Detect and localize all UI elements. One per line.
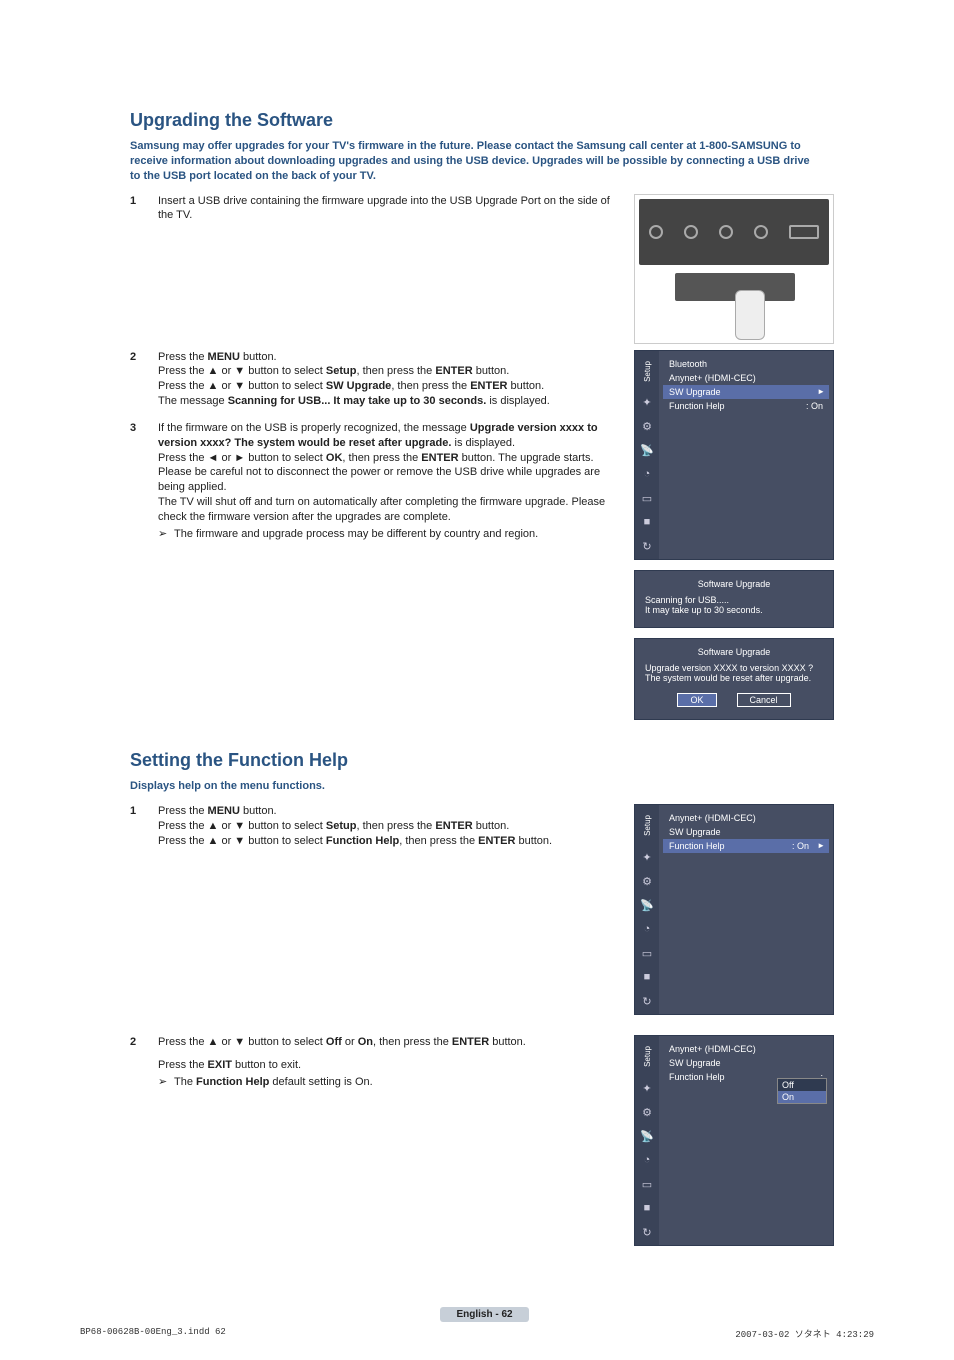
step-number: 2 — [130, 350, 144, 409]
note: The firmware and upgrade process may be … — [158, 527, 620, 542]
step-text: If the firmware on the USB is properly r… — [158, 421, 620, 542]
menu-item[interactable]: Anynet+ (HDMI-CEC) — [669, 1042, 823, 1056]
step-text: Insert a USB drive containing the firmwa… — [158, 194, 620, 224]
cancel-button[interactable]: Cancel — [737, 693, 791, 707]
ok-button[interactable]: OK — [677, 693, 716, 707]
step-number: 3 — [130, 421, 144, 542]
step-text: Press the MENU button. Press the ▲ or ▼ … — [158, 804, 620, 849]
footer-right: 2007-03-02 ソタネト 4:23:29 — [735, 1327, 874, 1340]
menu-item[interactable]: Anynet+ (HDMI-CEC) — [669, 811, 823, 825]
screen-icon: ■ — [640, 1201, 654, 1215]
menu-item-selected[interactable]: SW Upgrade — [663, 385, 829, 399]
menu-icon: ✦ — [640, 850, 654, 864]
menu-item[interactable]: Anynet+ (HDMI-CEC) — [669, 371, 823, 385]
usb-drive-illustration — [735, 290, 765, 340]
page-label: English - 62 — [130, 1306, 839, 1320]
section-intro-upgrade: Samsung may offer upgrades for your TV's… — [130, 139, 820, 184]
step-number: 2 — [130, 1035, 144, 1090]
pip-icon: ▭ — [640, 946, 654, 960]
step-number: 1 — [130, 804, 144, 849]
step-text: Press the MENU button. Press the ▲ or ▼ … — [158, 350, 620, 409]
tv-menu-functionhelp-options: Setup ✦ ⚙ 📡 ◔ ▭ ■ ↻ Anynet+ (HDMI-CEC) S… — [634, 1035, 834, 1246]
gear-icon: ⚙ — [640, 874, 654, 888]
menu-icon: ✦ — [640, 1081, 654, 1095]
option-list: Off On — [777, 1078, 827, 1104]
section-intro-functionhelp: Displays help on the menu functions. — [130, 779, 820, 794]
clock-icon: ◔ — [640, 467, 654, 481]
step-number: 1 — [130, 194, 144, 224]
footer-left: BP68-00628B-00Eng_3.indd 62 — [80, 1327, 226, 1340]
satellite-icon: 📡 — [640, 443, 654, 457]
tv-ports-diagram — [634, 194, 834, 344]
print-footer: BP68-00628B-00Eng_3.indd 62 2007-03-02 ソ… — [0, 1327, 954, 1340]
menu-item[interactable]: SW Upgrade — [669, 825, 823, 839]
satellite-icon: 📡 — [640, 898, 654, 912]
popup-upgrade-confirm: Software Upgrade Upgrade version XXXX to… — [634, 638, 834, 720]
menu-item[interactable]: SW Upgrade — [669, 1056, 823, 1070]
gear-icon: ⚙ — [640, 419, 654, 433]
section-heading-upgrade: Upgrading the Software — [130, 110, 839, 131]
screen-icon: ■ — [640, 970, 654, 984]
option-off[interactable]: Off — [778, 1079, 826, 1091]
tv-menu-setup-swupgrade: Setup ✦ ⚙ 📡 ◔ ▭ ■ ↻ Bluetooth Anynet+ (H… — [634, 350, 834, 561]
section-heading-functionhelp: Setting the Function Help — [130, 750, 839, 771]
menu-item-selected[interactable]: Function Help: On — [663, 839, 829, 853]
screen-icon: ■ — [640, 515, 654, 529]
rotate-icon: ↻ — [640, 994, 654, 1008]
satellite-icon: 📡 — [640, 1129, 654, 1143]
rotate-icon: ↻ — [640, 539, 654, 553]
menu-icon: ✦ — [640, 395, 654, 409]
step-text: Press the ▲ or ▼ button to select Off or… — [158, 1035, 620, 1090]
pip-icon: ▭ — [640, 491, 654, 505]
menu-item[interactable]: Bluetooth — [669, 357, 823, 371]
gear-icon: ⚙ — [640, 1105, 654, 1119]
note: The Function Help default setting is On. — [158, 1075, 620, 1090]
clock-icon: ◔ — [640, 922, 654, 936]
option-on[interactable]: On — [778, 1091, 826, 1103]
rotate-icon: ↻ — [640, 1225, 654, 1239]
menu-item[interactable]: Function Help: On — [669, 399, 823, 413]
pip-icon: ▭ — [640, 1177, 654, 1191]
tv-menu-setup-functionhelp: Setup ✦ ⚙ 📡 ◔ ▭ ■ ↻ Anynet+ (HDMI-CEC) S… — [634, 804, 834, 1015]
popup-scanning: Software Upgrade Scanning for USB..... I… — [634, 570, 834, 628]
clock-icon: ◔ — [640, 1153, 654, 1167]
